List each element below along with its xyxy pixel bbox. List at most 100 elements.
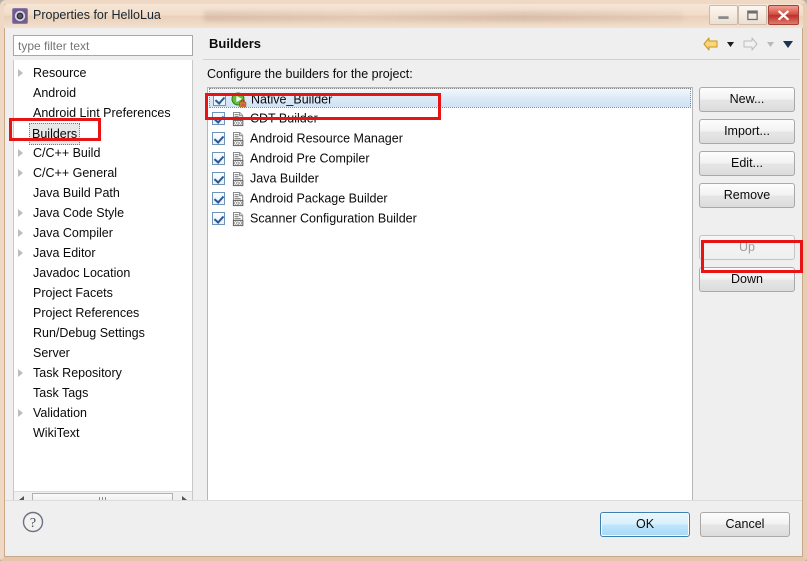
cancel-button[interactable]: Cancel [700,512,790,537]
builder-icon: 010 [230,211,246,227]
builder-icon: 010 [230,191,246,207]
svg-text:010: 010 [234,120,242,125]
import-button[interactable]: Import... [699,119,795,144]
svg-text:?: ? [30,516,36,531]
builder-list-item[interactable]: 010 Scanner Configuration Builder [208,208,692,228]
down-button[interactable]: Down [699,267,795,292]
chevron-right-icon[interactable] [18,409,23,417]
builder-list-item[interactable]: Native_Builder [209,88,691,108]
builder-checkbox[interactable] [212,132,225,146]
sidebar-item-validation[interactable]: Validation [14,403,192,423]
builder-checkbox[interactable] [212,172,225,186]
builder-icon: 010 [230,171,246,187]
chevron-right-icon[interactable] [18,149,23,157]
button-group-spacer [699,215,795,235]
sidebar-item-builders[interactable]: Builders [14,123,192,145]
svg-text:010: 010 [234,220,242,225]
builder-label: Android Package Builder [250,191,388,206]
sidebar-item-android[interactable]: Android [14,83,192,103]
builders-list[interactable]: Native_Builder 010 CDT Builder 010 Android R… [207,87,693,508]
sidebar-item-label: Project References [33,306,140,320]
builder-list-item[interactable]: 010 Android Package Builder [208,188,692,208]
builder-list-item[interactable]: 010 Java Builder [208,168,692,188]
sidebar-item-label: Builders [29,123,81,145]
builder-icon: 010 [230,111,246,127]
sidebar-item-c-c-general[interactable]: C/C++ General [14,163,192,183]
remove-button[interactable]: Remove [699,183,795,208]
sidebar-item-project-facets[interactable]: Project Facets [14,283,192,303]
chevron-right-icon[interactable] [18,69,23,77]
builder-checkbox[interactable] [212,212,225,226]
ok-button[interactable]: OK [600,512,690,537]
builder-checkbox[interactable] [212,152,225,166]
sidebar-item-label: Validation [33,406,87,420]
builder-checkbox[interactable] [212,112,225,126]
builder-list-item[interactable]: 010 Android Pre Compiler [208,148,692,168]
maximize-button[interactable] [738,5,767,25]
new-button[interactable]: New... [699,87,795,112]
builder-checkbox[interactable] [213,93,226,107]
sidebar-item-android-lint-preferences[interactable]: Android Lint Preferences [14,103,192,123]
sidebar-item-label: Javadoc Location [33,266,131,280]
sidebar-item-label: Project Facets [33,286,113,300]
builder-icon: 010 [230,131,246,147]
dialog-body: Resource Android Android Lint Preferences B… [5,29,802,527]
svg-text:010: 010 [234,200,242,205]
header-divider [203,59,800,60]
sidebar-item-run-debug-settings[interactable]: Run/Debug Settings [14,323,192,343]
svg-text:010: 010 [234,180,242,185]
sidebar-item-server[interactable]: Server [14,343,192,363]
sidebar-item-label: C/C++ Build [33,146,101,160]
close-button[interactable] [768,5,799,25]
settings-tree: Resource Android Android Lint Preferences B… [14,63,192,443]
sidebar-item-java-build-path[interactable]: Java Build Path [14,183,192,203]
svg-text:010: 010 [234,160,242,165]
settings-tree-panel: Resource Android Android Lint Preferences B… [13,60,193,510]
svg-text:010: 010 [234,140,242,145]
sidebar-item-project-references[interactable]: Project References [14,303,192,323]
edit-button[interactable]: Edit... [699,151,795,176]
properties-dialog: Properties for HelloLua Resourc [0,0,807,561]
chevron-right-icon[interactable] [18,229,23,237]
chevron-right-icon[interactable] [18,369,23,377]
sidebar-item-c-c-build[interactable]: C/C++ Build [14,143,192,163]
view-menu-icon[interactable] [782,37,794,54]
builder-label: CDT Builder [250,111,318,126]
search-input[interactable] [13,35,193,56]
sidebar-item-java-compiler[interactable]: Java Compiler [14,223,192,243]
builder-list-item[interactable]: 010 CDT Builder [208,108,692,128]
sidebar-item-label: Java Code Style [33,206,125,220]
chevron-right-icon[interactable] [18,209,23,217]
sidebar-item-label: Java Compiler [33,226,113,240]
sidebar-item-javadoc-location[interactable]: Javadoc Location [14,263,192,283]
help-icon[interactable]: ? [21,510,45,534]
builder-label: Android Pre Compiler [250,151,370,166]
sidebar-item-wikitext[interactable]: WikiText [14,423,192,443]
chevron-right-icon[interactable] [18,249,23,257]
minimize-button[interactable] [709,5,738,25]
builder-list-item[interactable]: 010 Android Resource Manager [208,128,692,148]
sidebar-item-label: Java Build Path [33,186,120,200]
sidebar-item-java-editor[interactable]: Java Editor [14,243,192,263]
sidebar-item-label: C/C++ General [33,166,118,180]
sidebar-item-label: Java Editor [33,246,96,260]
sidebar-item-label: Android Lint Preferences [33,106,171,120]
back-dropdown-icon[interactable] [726,37,735,54]
sidebar-item-label: Server [33,346,70,360]
back-arrow-icon[interactable] [703,37,719,54]
title-bar: Properties for HelloLua [4,4,803,28]
page-title: Builders [209,36,262,51]
builder-label: Native_Builder [251,92,333,107]
filter-field-wrapper [13,35,193,56]
builder-checkbox[interactable] [212,192,225,206]
chevron-right-icon[interactable] [18,169,23,177]
sidebar-item-task-tags[interactable]: Task Tags [14,383,192,403]
sidebar-item-label: WikiText [33,426,80,440]
content-pane: Builders Configure the builders for the … [201,29,802,527]
sidebar-item-java-code-style[interactable]: Java Code Style [14,203,192,223]
sidebar-item-label: Task Tags [33,386,89,400]
sidebar-item-resource[interactable]: Resource [14,63,192,83]
builder-label: Android Resource Manager [250,131,403,146]
sidebar-item-task-repository[interactable]: Task Repository [14,363,192,383]
run-external-tool-icon [231,92,247,108]
